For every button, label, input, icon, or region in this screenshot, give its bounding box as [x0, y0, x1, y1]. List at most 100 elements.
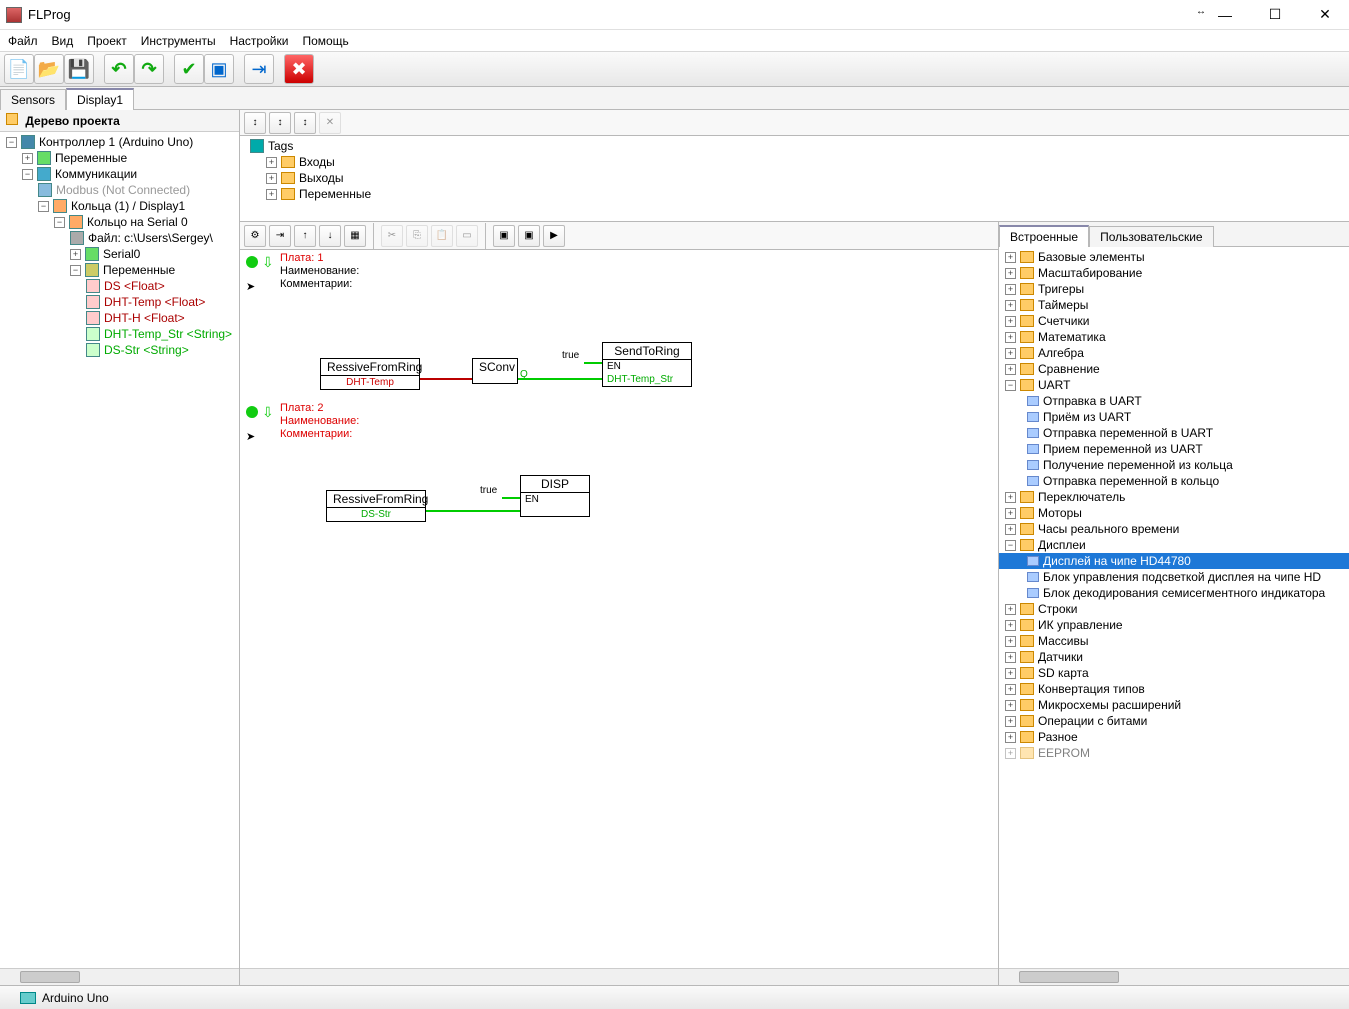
- diagram-canvas[interactable]: ⇩ Плата: 1 Наименование: Комментарии: ➤ …: [240, 250, 998, 968]
- lib-eeprom[interactable]: +EEPROM: [999, 745, 1349, 761]
- canvas-scrollbar-h[interactable]: [240, 968, 998, 985]
- new-button[interactable]: 📄: [4, 54, 34, 84]
- tab-user[interactable]: Пользовательские: [1089, 226, 1214, 247]
- bb-btn-3[interactable]: ↕: [294, 112, 316, 134]
- lib-strings[interactable]: +Строки: [999, 601, 1349, 617]
- tree-var-ds[interactable]: DS <Float>: [0, 278, 239, 294]
- menu-help[interactable]: Помощь: [302, 34, 348, 48]
- ctb-down[interactable]: ↓: [319, 225, 341, 247]
- status-bar: Arduino Uno: [0, 985, 1349, 1009]
- lib-sensors[interactable]: +Датчики: [999, 649, 1349, 665]
- compile-button[interactable]: ▣: [204, 54, 234, 84]
- block-disp[interactable]: DISP EN: [520, 475, 590, 517]
- menu-project[interactable]: Проект: [87, 34, 127, 48]
- ctb-d[interactable]: ▣: [493, 225, 515, 247]
- plate-2-chevron: ➤: [246, 430, 255, 443]
- lib-motors[interactable]: +Моторы: [999, 505, 1349, 521]
- tab-display1[interactable]: Display1: [66, 88, 134, 110]
- lib-uart-ringget[interactable]: Получение переменной из кольца: [999, 457, 1349, 473]
- undo-button[interactable]: ↶: [104, 54, 134, 84]
- block-ressive-2[interactable]: RessiveFromRing DS-Str: [326, 490, 426, 522]
- menu-bar: Файл Вид Проект Инструменты Настройки По…: [0, 30, 1349, 52]
- tree-file[interactable]: Файл: c:\Users\Sergey\: [0, 230, 239, 246]
- lib-uart-send[interactable]: Отправка в UART: [999, 393, 1349, 409]
- lib-backlight[interactable]: Блок управления подсветкой дисплея на чи…: [999, 569, 1349, 585]
- lib-uart-sendvar[interactable]: Отправка переменной в UART: [999, 425, 1349, 441]
- lib-hd44780[interactable]: Дисплей на чипе HD44780: [999, 553, 1349, 569]
- block-ressive-1[interactable]: RessiveFromRing DHT-Temp: [320, 358, 420, 390]
- menu-file[interactable]: Файл: [8, 34, 38, 48]
- bb-btn-1[interactable]: ↕: [244, 112, 266, 134]
- tree-var-ds-str[interactable]: DS-Str <String>: [0, 342, 239, 358]
- menu-view[interactable]: Вид: [52, 34, 74, 48]
- tab-sensors[interactable]: Sensors: [0, 89, 66, 110]
- tree-scrollbar-h[interactable]: [0, 968, 239, 985]
- tags-panel[interactable]: Tags +Входы +Выходы +Переменные: [240, 136, 1349, 222]
- block-sconv[interactable]: SConv: [472, 358, 518, 384]
- tree-ring-vars[interactable]: −Переменные: [0, 262, 239, 278]
- bb-btn-2[interactable]: ↕: [269, 112, 291, 134]
- lib-base[interactable]: +Базовые элементы: [999, 249, 1349, 265]
- close-button[interactable]: ✕: [1313, 3, 1337, 27]
- open-button[interactable]: 📂: [34, 54, 64, 84]
- lib-triggers[interactable]: +Тригеры: [999, 281, 1349, 297]
- tab-builtin[interactable]: Встроенные: [999, 225, 1089, 247]
- lib-compare[interactable]: +Сравнение: [999, 361, 1349, 377]
- minimize-button[interactable]: —: [1213, 3, 1237, 27]
- save-button[interactable]: 💾: [64, 54, 94, 84]
- tags-root[interactable]: Tags: [244, 138, 1345, 154]
- block-sendtoring[interactable]: SendToRing EN DHT-Temp_Str: [602, 342, 692, 387]
- tree-modbus[interactable]: Modbus (Not Connected): [0, 182, 239, 198]
- lib-rtc[interactable]: +Часы реального времени: [999, 521, 1349, 537]
- lib-scrollbar-h[interactable]: [999, 968, 1349, 985]
- lib-timers[interactable]: +Таймеры: [999, 297, 1349, 313]
- lib-bits[interactable]: +Операции с битами: [999, 713, 1349, 729]
- tree-serial[interactable]: +Serial0: [0, 246, 239, 262]
- resize-icon[interactable]: ↔: [1189, 0, 1213, 24]
- project-tree[interactable]: −Контроллер 1 (Arduino Uno) +Переменные …: [0, 132, 239, 968]
- lib-scale[interactable]: +Масштабирование: [999, 265, 1349, 281]
- tree-controller[interactable]: −Контроллер 1 (Arduino Uno): [0, 134, 239, 150]
- ctb-b[interactable]: ⇥: [269, 225, 291, 247]
- lib-7seg[interactable]: Блок декодирования семисегментного индик…: [999, 585, 1349, 601]
- maximize-button[interactable]: ☐: [1263, 3, 1287, 27]
- menu-tools[interactable]: Инструменты: [141, 34, 216, 48]
- lib-ir[interactable]: +ИК управление: [999, 617, 1349, 633]
- lib-counters[interactable]: +Счетчики: [999, 313, 1349, 329]
- plate-1-name: Наименование:: [280, 265, 359, 277]
- lib-uart-ringsend[interactable]: Отправка переменной в кольцо: [999, 473, 1349, 489]
- ctb-c[interactable]: ▦: [344, 225, 366, 247]
- lib-arrays[interactable]: +Массивы: [999, 633, 1349, 649]
- library-tree[interactable]: +Базовые элементы +Масштабирование +Триг…: [999, 247, 1349, 968]
- ctb-e[interactable]: ▣: [518, 225, 540, 247]
- tree-comms[interactable]: −Коммуникации: [0, 166, 239, 182]
- check-button[interactable]: ✔: [174, 54, 204, 84]
- lib-misc[interactable]: +Разное: [999, 729, 1349, 745]
- tags-vars[interactable]: +Переменные: [244, 186, 1345, 202]
- lib-switch[interactable]: +Переключатель: [999, 489, 1349, 505]
- lib-algebra[interactable]: +Алгебра: [999, 345, 1349, 361]
- tree-var-dht-temp-str[interactable]: DHT-Temp_Str <String>: [0, 326, 239, 342]
- lib-uart-recvvar[interactable]: Прием переменной из UART: [999, 441, 1349, 457]
- ctb-up[interactable]: ↑: [294, 225, 316, 247]
- lib-convert[interactable]: +Конвертация типов: [999, 681, 1349, 697]
- upload-button[interactable]: ⇥: [244, 54, 274, 84]
- lib-uart-recv[interactable]: Приём из UART: [999, 409, 1349, 425]
- tree-var-dht-h[interactable]: DHT-H <Float>: [0, 310, 239, 326]
- menu-settings[interactable]: Настройки: [230, 34, 289, 48]
- ctb-f[interactable]: ▶: [543, 225, 565, 247]
- tree-vars[interactable]: +Переменные: [0, 150, 239, 166]
- stop-button[interactable]: ✖: [284, 54, 314, 84]
- tree-var-dht-temp[interactable]: DHT-Temp <Float>: [0, 294, 239, 310]
- tags-inputs[interactable]: +Входы: [244, 154, 1345, 170]
- lib-uart[interactable]: −UART: [999, 377, 1349, 393]
- lib-sd[interactable]: +SD карта: [999, 665, 1349, 681]
- lib-expanders[interactable]: +Микросхемы расширений: [999, 697, 1349, 713]
- lib-displays[interactable]: −Дисплеи: [999, 537, 1349, 553]
- tags-outputs[interactable]: +Выходы: [244, 170, 1345, 186]
- tree-rings[interactable]: −Кольца (1) / Display1: [0, 198, 239, 214]
- tree-ring0[interactable]: −Кольцо на Serial 0: [0, 214, 239, 230]
- redo-button[interactable]: ↷: [134, 54, 164, 84]
- ctb-a[interactable]: ⚙: [244, 225, 266, 247]
- lib-math[interactable]: +Математика: [999, 329, 1349, 345]
